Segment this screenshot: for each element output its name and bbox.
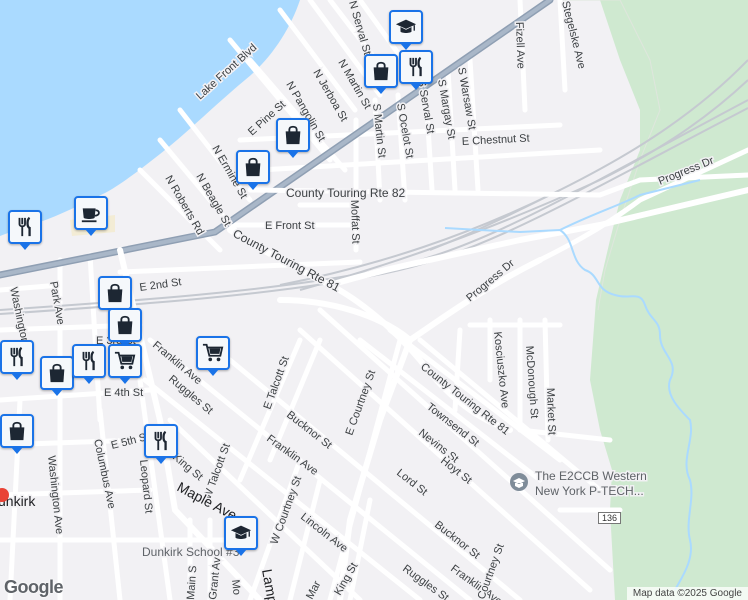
street-label-mo: Mo xyxy=(229,579,243,595)
shopping-bag-icon xyxy=(46,362,68,384)
street-label-kosciuszko: Kosciuszko Ave xyxy=(491,331,511,409)
coffee-cup-icon xyxy=(80,202,102,224)
street-label-moffat: Moffat St xyxy=(348,200,362,244)
shopping-cart-icon xyxy=(114,350,136,372)
shopping-pin[interactable] xyxy=(98,276,132,316)
school-pin[interactable] xyxy=(224,516,258,556)
street-label-bucknor-1: Bucknor St xyxy=(284,409,334,452)
poi-label-e2ccb-2: New York P-TECH... xyxy=(535,484,644,498)
restaurant-pin[interactable] xyxy=(0,340,34,380)
street-label-e-talcott: E Talcott St xyxy=(262,355,292,411)
shopping-pin[interactable] xyxy=(276,118,310,158)
fork-knife-icon xyxy=(6,346,28,368)
shopping-bag-icon xyxy=(6,420,28,442)
street-label-e-front: E Front St xyxy=(265,220,315,232)
street-label-lamp: Lamp xyxy=(259,568,281,600)
grocery-pin[interactable] xyxy=(108,344,142,384)
fork-knife-icon xyxy=(150,430,172,452)
graduation-cap-icon xyxy=(230,522,252,544)
street-label-e-2nd: E 2nd St xyxy=(139,276,182,294)
shopping-pin[interactable] xyxy=(40,356,74,396)
grocery-pin[interactable] xyxy=(196,336,230,376)
street-label-lord: Lord St xyxy=(394,467,429,498)
street-label-market: Market St xyxy=(544,388,558,435)
shopping-pin[interactable] xyxy=(0,414,34,454)
google-logo: Google xyxy=(4,577,64,597)
street-label-main-s: Main S xyxy=(185,565,199,600)
restaurant-pin[interactable] xyxy=(72,344,106,384)
fork-knife-icon xyxy=(78,350,100,372)
shopping-cart-icon xyxy=(202,342,224,364)
street-label-rte82: County Touring Rte 82 xyxy=(286,186,406,200)
shopping-pin[interactable] xyxy=(364,54,398,94)
route-136-shield: 136 xyxy=(598,512,622,524)
fork-knife-icon xyxy=(405,56,427,78)
street-label-mcdonough: McDonough St xyxy=(523,345,540,418)
street-label-mar: Mar xyxy=(304,579,324,600)
shopping-pin[interactable] xyxy=(236,150,270,190)
school-poi-marker xyxy=(510,473,528,491)
shopping-bag-icon xyxy=(114,314,136,336)
map-canvas[interactable]: N Serval St Stegelske Ave Fizell Ave Lak… xyxy=(0,0,748,600)
street-label-bucknor-2: Bucknor St xyxy=(432,519,482,562)
street-label-e-4th: E 4th St xyxy=(104,387,143,399)
shopping-bag-icon xyxy=(242,156,264,178)
shopping-bag-icon xyxy=(104,282,126,304)
fork-knife-icon xyxy=(14,216,36,238)
street-label-progress-dr-2: Progress Dr xyxy=(464,257,517,304)
shopping-bag-icon xyxy=(282,124,304,146)
restaurant-pin[interactable] xyxy=(399,50,433,90)
graduation-cap-icon xyxy=(395,16,417,38)
street-label-e-courtney: E Courtney St xyxy=(344,369,379,437)
shopping-pin[interactable] xyxy=(108,308,142,348)
street-label-fizell: Fizell Ave xyxy=(513,22,527,69)
shopping-bag-icon xyxy=(370,60,392,82)
cafe-pin[interactable] xyxy=(74,196,108,236)
street-label-e-chestnut: E Chestnut St xyxy=(462,132,530,148)
map-attribution[interactable]: Map data ©2025 Google xyxy=(626,587,748,600)
school-pin[interactable] xyxy=(389,10,423,50)
street-label-park-ave: Park Ave xyxy=(47,280,66,325)
restaurant-pin[interactable] xyxy=(144,424,178,464)
poi-label-e2ccb-1: The E2CCB Western xyxy=(535,469,647,483)
restaurant-pin[interactable] xyxy=(8,210,42,250)
